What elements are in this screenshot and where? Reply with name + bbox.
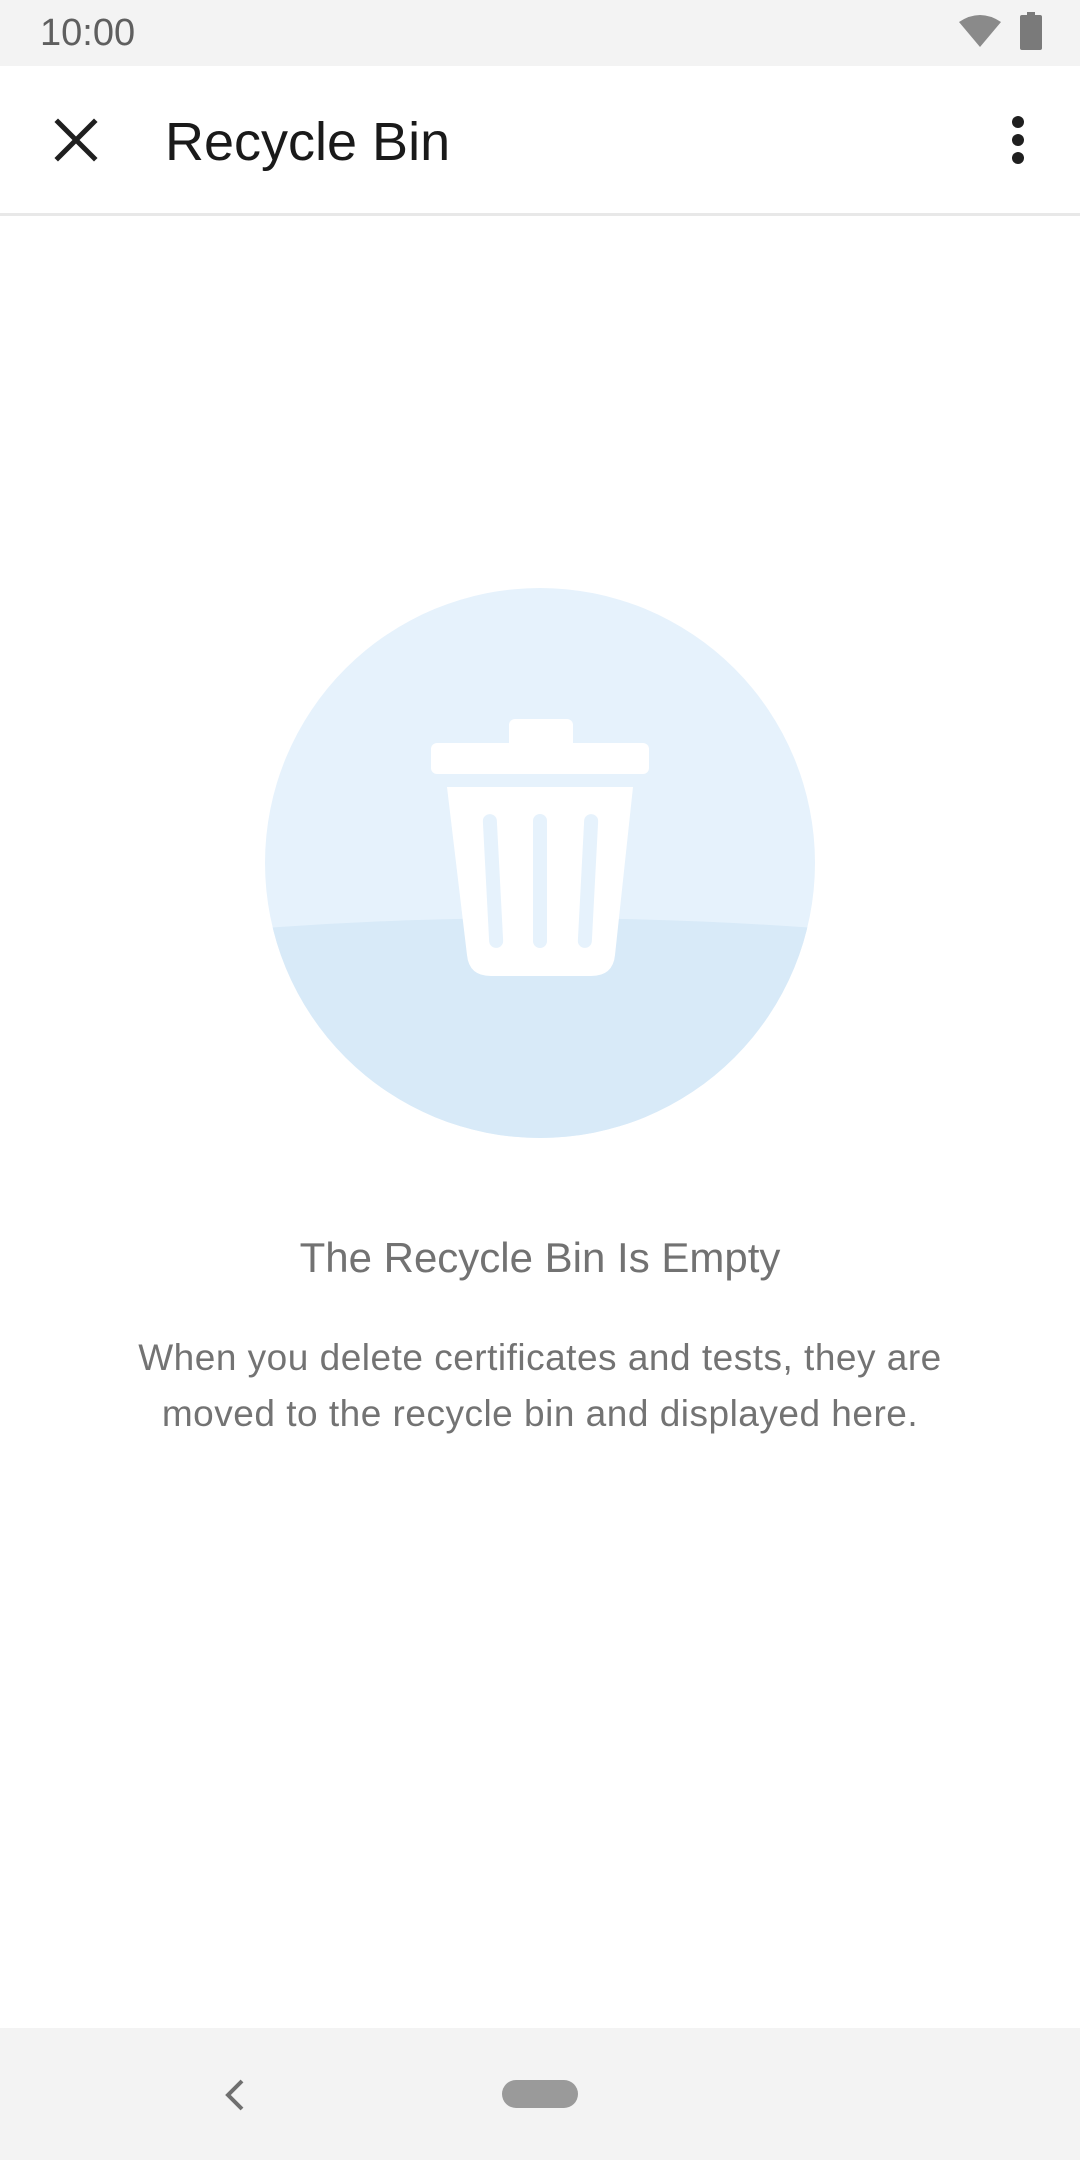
page-title: Recycle Bin [165, 112, 451, 172]
back-icon [224, 2078, 246, 2117]
wifi-icon [958, 14, 1002, 53]
battery-icon [1020, 11, 1042, 55]
home-pill-icon[interactable] [502, 2080, 578, 2108]
empty-state-title: The Recycle Bin Is Empty [299, 1234, 781, 1281]
status-time: 10:00 [40, 12, 136, 54]
status-icons [958, 11, 1042, 55]
overflow-menu-button[interactable] [982, 106, 1054, 178]
more-vert-icon [1011, 115, 1025, 169]
empty-state-illustration [265, 588, 815, 1138]
empty-state-description: When you delete certificates and tests, … [138, 1337, 942, 1434]
status-bar: 10:00 [0, 0, 1080, 66]
close-button[interactable] [40, 106, 112, 178]
close-icon [54, 117, 98, 167]
back-button[interactable] [210, 2072, 260, 2122]
navigation-bar [0, 2028, 1080, 2160]
app-bar: Recycle Bin [0, 66, 1080, 216]
